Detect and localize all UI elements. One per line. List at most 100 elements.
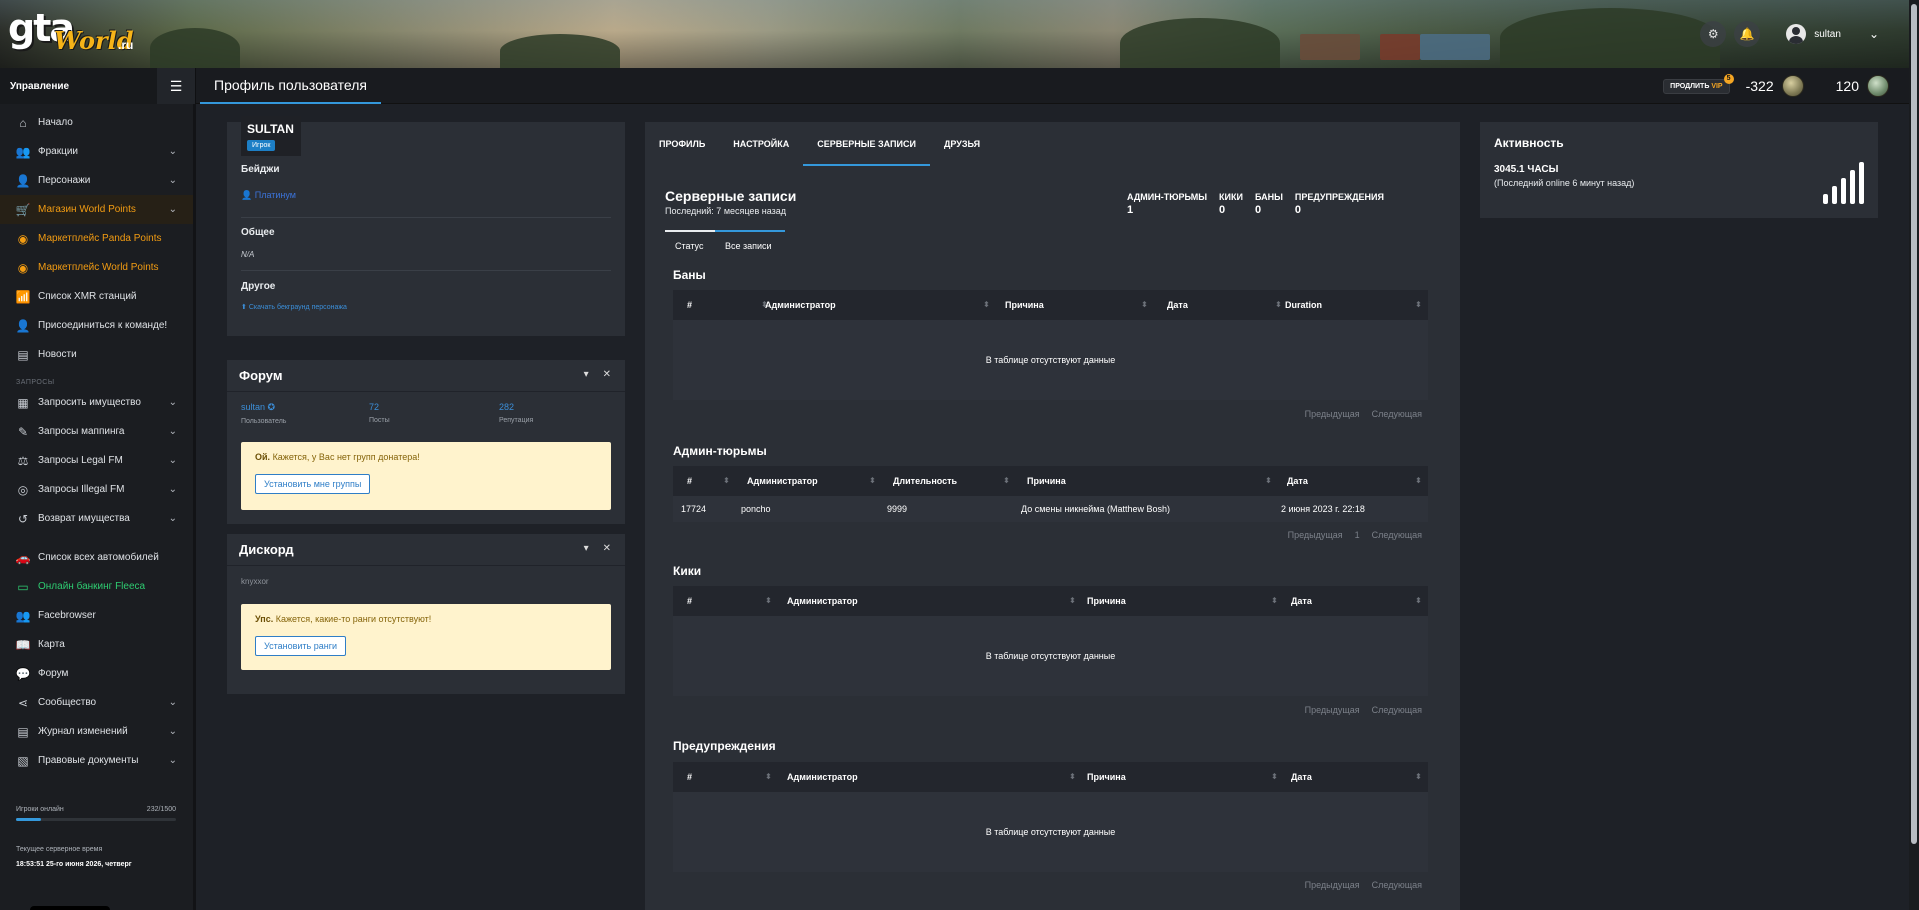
column-header[interactable]: Причина	[1005, 300, 1044, 310]
column-header[interactable]: Администратор	[765, 300, 836, 310]
sidebar-item-mapping-requests[interactable]: ✎ Запросы маппинга ⌄	[0, 417, 193, 446]
sidebar-item-news[interactable]: ▤ Новости	[0, 340, 193, 369]
sort-icon[interactable]: ⬍	[1415, 300, 1422, 309]
sort-icon[interactable]: ⬍	[1271, 596, 1278, 605]
bell-icon[interactable]: 🔔	[1734, 21, 1761, 47]
prev-button[interactable]: Предыдущая	[1305, 705, 1360, 715]
sort-icon[interactable]: ⬍	[1415, 596, 1422, 605]
forum-user-link[interactable]: sultan ✪	[241, 402, 286, 413]
extend-vip-button[interactable]: ПРОДЛИТЬ VIP 5	[1663, 73, 1734, 94]
sidebar-item-home[interactable]: ⌂ Начало	[0, 108, 193, 137]
sidebar-item-characters[interactable]: 👤 Персонажи ⌄	[0, 166, 193, 195]
user-icon: 👤	[15, 173, 31, 188]
sort-icon[interactable]: ⬍	[1069, 772, 1076, 781]
sort-icon[interactable]: ⬍	[723, 476, 730, 485]
sidebar-item-request-property[interactable]: ▦ Запросить имущество ⌄	[0, 388, 193, 417]
tab-profile[interactable]: ПРОФИЛЬ	[645, 122, 719, 166]
sidebar-item-legal-docs[interactable]: ▧ Правовые документы ⌄	[0, 746, 193, 775]
sort-icon[interactable]: ⬍	[983, 300, 990, 309]
bank-icon: ▭	[17, 579, 29, 594]
column-header[interactable]: Дата	[1167, 300, 1188, 310]
activity-hours: 3045.1 ЧАСЫ	[1494, 164, 1559, 175]
general-value: N/A	[241, 250, 255, 259]
column-header[interactable]: Администратор	[747, 476, 818, 486]
tab-server-records[interactable]: СЕРВЕРНЫЕ ЗАПИСИ	[803, 122, 930, 166]
sort-icon[interactable]: ⬍	[765, 772, 772, 781]
warnings-pager: Предыдущая Следующая	[1305, 880, 1422, 890]
sidebar-item-legal-fm[interactable]: ⚖ Запросы Legal FM ⌄	[0, 446, 193, 475]
user-menu[interactable]: sultan ⌄	[1786, 24, 1879, 44]
prev-button[interactable]: Предыдущая	[1305, 880, 1360, 890]
collapse-icon[interactable]: ▾	[584, 369, 589, 380]
sort-icon[interactable]: ⬍	[1415, 772, 1422, 781]
close-icon[interactable]: ✕	[603, 369, 611, 380]
set-ranks-button[interactable]: Установить ранги	[255, 636, 347, 656]
column-header[interactable]: #	[687, 476, 692, 486]
sidebar-item-world-points-shop[interactable]: 🛒 Магазин World Points ⌄	[0, 195, 193, 224]
sidebar-item-forum[interactable]: 💬 Форум	[0, 659, 193, 688]
column-header[interactable]: Длительность	[893, 476, 957, 486]
sidebar-item-join-team[interactable]: 👤 Присоединиться к команде!	[0, 311, 193, 340]
next-button[interactable]: Следующая	[1372, 409, 1422, 419]
column-header[interactable]: #	[687, 772, 692, 782]
prev-button[interactable]: Предыдущая	[1305, 409, 1360, 419]
sort-icon[interactable]: ⬍	[869, 476, 876, 485]
badge-platinum[interactable]: 👤 Платинум	[241, 190, 296, 201]
collapse-icon[interactable]: ▾	[584, 543, 589, 554]
close-icon[interactable]: ✕	[603, 543, 611, 554]
sort-icon[interactable]: ⬍	[1141, 300, 1148, 309]
sidebar-item-property-return[interactable]: ↺ Возврат имущества ⌄	[0, 504, 193, 533]
sort-icon[interactable]: ⬍	[1265, 476, 1272, 485]
sidebar-item-world-marketplace[interactable]: ◉ Маркетплейс World Points	[0, 253, 193, 282]
subtab-all-records[interactable]: Все записи	[715, 230, 785, 254]
column-header[interactable]: #	[687, 596, 692, 606]
page-scrollbar[interactable]	[1909, 0, 1919, 910]
set-groups-button[interactable]: Установить мне группы	[255, 474, 371, 494]
sidebar-item-fleeca-banking[interactable]: ▭ Онлайн банкинг Fleeca	[0, 572, 193, 601]
column-header[interactable]: Duration	[1285, 300, 1322, 310]
tab-friends[interactable]: ДРУЗЬЯ	[930, 122, 994, 166]
sidebar-item-facebrowser[interactable]: 👥 Facebrowser	[0, 601, 193, 630]
column-header[interactable]: Администратор	[787, 596, 858, 606]
column-header[interactable]: Дата	[1291, 772, 1312, 782]
next-button[interactable]: Следующая	[1372, 530, 1422, 540]
chevron-down-icon: ⌄	[168, 426, 177, 437]
sidebar-item-panda-marketplace[interactable]: ◉ Маркетплейс Panda Points	[0, 224, 193, 253]
sidebar-item-map[interactable]: 📖 Карта	[0, 630, 193, 659]
sort-icon[interactable]: ⬍	[1415, 476, 1422, 485]
sidebar-item-illegal-fm[interactable]: ◎ Запросы Illegal FM ⌄	[0, 475, 193, 504]
column-header[interactable]: Причина	[1087, 772, 1126, 782]
sidebar-item-vehicles[interactable]: 🚗 Список всех автомобилей	[0, 543, 193, 572]
sort-icon[interactable]: ⬍	[1069, 596, 1076, 605]
donator-alert: Ой. Кажется, у Вас нет групп донатера! У…	[241, 442, 611, 510]
next-button[interactable]: Следующая	[1372, 880, 1422, 890]
site-logo[interactable]: gta World .ru	[8, 6, 134, 56]
tab-settings[interactable]: НАСТРОЙКА	[719, 122, 803, 166]
scrollbar-thumb[interactable]	[1911, 4, 1917, 844]
sort-icon[interactable]: ⬍	[1271, 772, 1278, 781]
sidebar-item-factions[interactable]: 👥 Фракции ⌄	[0, 137, 193, 166]
sort-icon[interactable]: ⬍	[1003, 476, 1010, 485]
user-plus-icon: 👤	[15, 318, 31, 333]
profile-name: SULTAN	[247, 122, 294, 136]
download-background-link[interactable]: ⬆ Скачать бекграунд персонажа	[241, 303, 347, 311]
subtab-status[interactable]: Статус	[665, 230, 715, 254]
sidebar-header: Управление ☰	[0, 68, 196, 104]
sidebar-item-community[interactable]: ⋖ Сообщество ⌄	[0, 688, 193, 717]
username: sultan	[1814, 28, 1841, 40]
page-number[interactable]: 1	[1355, 530, 1360, 540]
prev-button[interactable]: Предыдущая	[1288, 530, 1343, 540]
menu-toggle-icon[interactable]: ☰	[157, 68, 195, 104]
sort-icon[interactable]: ⬍	[765, 596, 772, 605]
sort-icon[interactable]: ⬍	[1275, 300, 1282, 309]
column-header[interactable]: #	[687, 300, 692, 310]
column-header[interactable]: Дата	[1291, 596, 1312, 606]
column-header[interactable]: Причина	[1087, 596, 1126, 606]
column-header[interactable]: Дата	[1287, 476, 1308, 486]
settings-icon[interactable]: ⚙	[1700, 21, 1727, 47]
column-header[interactable]: Причина	[1027, 476, 1066, 486]
column-header[interactable]: Администратор	[787, 772, 858, 782]
next-button[interactable]: Следующая	[1372, 705, 1422, 715]
sidebar-item-xmr-stations[interactable]: 📶 Список XMR станций	[0, 282, 193, 311]
sidebar-item-changelog[interactable]: ▤ Журнал изменений ⌄	[0, 717, 193, 746]
